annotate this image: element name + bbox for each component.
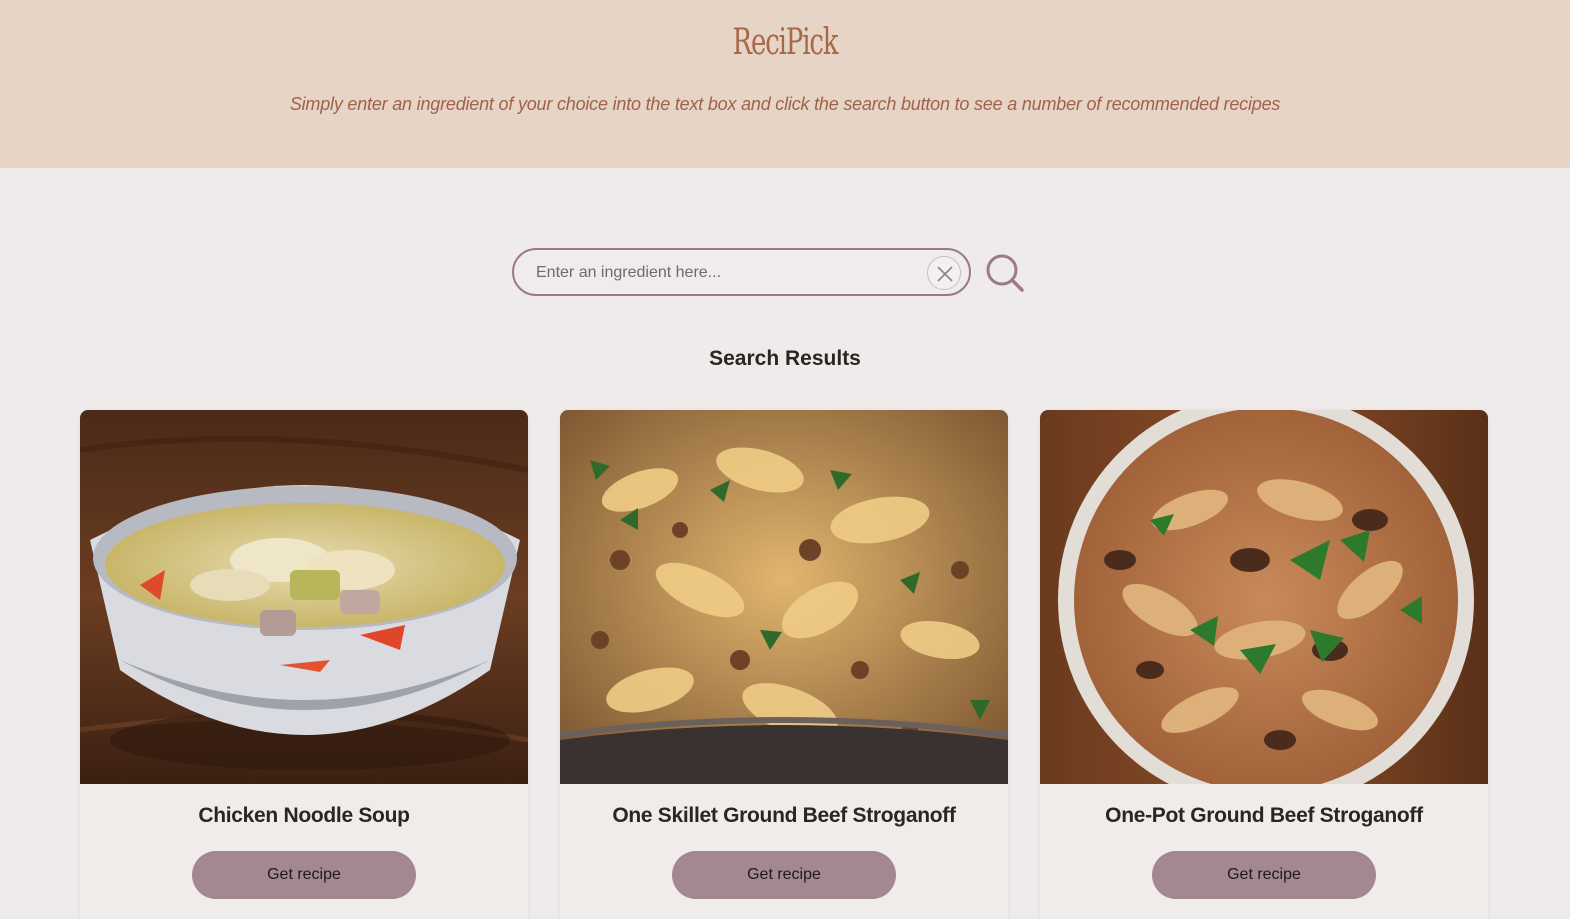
get-recipe-button[interactable]: Get recipe xyxy=(1152,851,1376,899)
header: ReciPick Simply enter an ingredient of y… xyxy=(0,0,1570,168)
get-recipe-button[interactable]: Get recipe xyxy=(672,851,896,899)
close-icon xyxy=(937,266,953,282)
recipe-title: Chicken Noodle Soup xyxy=(198,804,410,827)
recipe-image xyxy=(1040,410,1488,784)
recipe-image xyxy=(80,410,528,784)
get-recipe-button[interactable]: Get recipe xyxy=(192,851,416,899)
search-icon xyxy=(986,254,1024,292)
recipe-card: Chicken Noodle Soup Get recipe xyxy=(80,410,528,919)
results-title: Search Results xyxy=(709,347,861,370)
recipe-card: One Skillet Ground Beef Stroganoff Get r… xyxy=(560,410,1008,919)
search-box xyxy=(512,248,971,296)
recipe-title: One Skillet Ground Beef Stroganoff xyxy=(612,804,956,827)
recipe-title: One-Pot Ground Beef Stroganoff xyxy=(1105,804,1423,827)
recipe-card: One-Pot Ground Beef Stroganoff Get recip… xyxy=(1040,410,1488,919)
clear-button[interactable] xyxy=(927,256,961,290)
recipe-image xyxy=(560,410,1008,784)
search-button[interactable] xyxy=(984,252,1026,294)
search-input[interactable] xyxy=(536,260,916,286)
header-subtitle: Simply enter an ingredient of your choic… xyxy=(289,94,1281,114)
logo: ReciPick xyxy=(732,22,839,63)
